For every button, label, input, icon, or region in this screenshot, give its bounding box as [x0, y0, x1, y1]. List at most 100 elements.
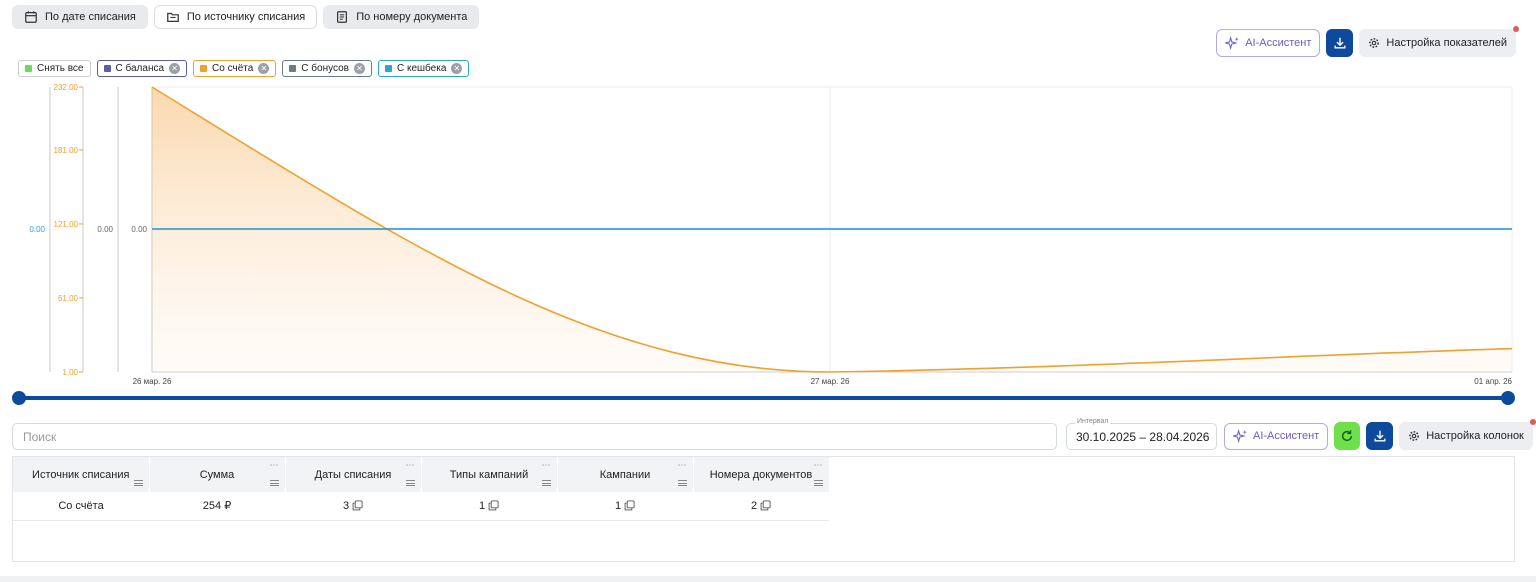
legend-item-account[interactable]: Со счёта ✕ [193, 60, 277, 77]
column-menu-icon[interactable] [677, 480, 687, 486]
column-menu-icon[interactable] [133, 480, 143, 486]
cell-source: Со счёта [13, 492, 149, 521]
sparkle-icon [1225, 35, 1240, 50]
column-header[interactable]: Сумма ⋯ [149, 457, 286, 492]
legend-label: Со счёта [212, 63, 254, 74]
legend-label: С бонусов [301, 63, 349, 74]
legend-swatch [103, 65, 111, 72]
chart-legend: Снять все С баланса ✕ Со счёта ✕ С бонус… [18, 60, 470, 77]
columns-settings-label: Настройка колонок [1426, 430, 1524, 442]
tab-by-date[interactable]: По дате списания [12, 5, 148, 29]
calendar-icon [25, 11, 37, 23]
refresh-icon [1342, 430, 1353, 442]
y-tick-label: 232.00 [54, 83, 79, 92]
download-icon [1374, 430, 1386, 442]
x-tick-label: 01 апр. 26 [1474, 377, 1512, 386]
column-menu-icon[interactable] [813, 480, 823, 486]
copy-icon[interactable] [488, 500, 499, 511]
metrics-settings-button[interactable]: Настройка показателей [1359, 26, 1519, 57]
legend-item-bonuses[interactable]: С бонусов ✕ [282, 60, 372, 77]
column-menu-icon[interactable] [541, 480, 551, 486]
legend-label: Снять все [37, 63, 84, 74]
legend-label: С кешбека [396, 63, 447, 74]
more-icon[interactable]: ⋯ [542, 460, 551, 471]
y-tick-label: 0.00 [131, 225, 147, 234]
y-tick-label: 1.00 [62, 368, 78, 377]
cell-dates[interactable]: 3 [285, 492, 421, 521]
refresh-button[interactable] [1334, 422, 1361, 450]
legend-label: С баланса [115, 63, 165, 74]
legend-swatch [200, 65, 208, 72]
remove-icon[interactable]: ✕ [258, 63, 270, 74]
legend-swatch [384, 65, 392, 72]
slider-handle-start[interactable] [12, 391, 26, 405]
legend-swatch [289, 65, 297, 72]
tab-label: По номеру документа [356, 11, 468, 23]
data-table: Источник списания Сумма ⋯ Даты списания ⋯ … [12, 456, 1515, 562]
gear-icon [1409, 431, 1420, 441]
column-header[interactable]: Типы кампаний ⋯ [421, 457, 558, 492]
column-header[interactable]: Источник списания [13, 457, 150, 492]
remove-icon[interactable]: ✕ [451, 63, 463, 74]
legend-clear-all[interactable]: Снять все [18, 60, 91, 77]
area-chart: 0.00 232.00 181.00 121.00 61.00 1.00 0.00 0.00 2… [29, 83, 1512, 386]
interval-value: 30.10.2025 – 28.04.2026 [1076, 429, 1210, 444]
more-icon[interactable]: ⋯ [406, 460, 415, 471]
gear-icon [1369, 38, 1380, 48]
range-slider[interactable] [12, 391, 1515, 405]
legend-swatch [25, 65, 32, 72]
column-menu-icon[interactable] [269, 480, 279, 486]
interval-label: Интервал [1075, 418, 1111, 425]
download-icon [1334, 37, 1346, 49]
folder-icon [166, 12, 179, 22]
y-tick-label: 181.00 [54, 146, 79, 155]
table-header-row: Источник списания Сумма ⋯ Даты списания ⋯ … [13, 457, 830, 492]
cell-documents[interactable]: 2 [693, 492, 829, 521]
cell-campaigns[interactable]: 1 [557, 492, 693, 521]
document-icon [337, 11, 348, 23]
copy-icon[interactable] [352, 500, 363, 511]
table-row[interactable]: Со счёта 254 ₽ 3 1 1 2 [13, 492, 829, 521]
search-input[interactable]: Поиск [12, 423, 1057, 450]
ai-assistant-label: AI-Ассистент [1245, 37, 1312, 49]
remove-icon[interactable]: ✕ [169, 63, 181, 74]
column-menu-icon[interactable] [405, 480, 415, 486]
cell-campaign-types[interactable]: 1 [421, 492, 557, 521]
interval-field[interactable]: Интервал 30.10.2025 – 28.04.2026 [1066, 418, 1217, 450]
tab-by-source[interactable]: По источнику списания [153, 5, 318, 29]
tab-label: По дате списания [45, 11, 136, 23]
legend-item-cashback[interactable]: С кешбека ✕ [377, 60, 470, 77]
y-tick-label: 0.00 [29, 225, 45, 234]
ai-assistant-button[interactable]: AI-Ассистент [1216, 29, 1321, 57]
x-tick-label: 27 мар. 26 [811, 377, 850, 386]
bottom-bar [0, 576, 1536, 582]
more-icon[interactable]: ⋯ [678, 460, 687, 471]
columns-settings-button[interactable]: Настройка колонок [1399, 419, 1536, 450]
slider-track [19, 396, 1508, 400]
y-tick-label: 61.00 [58, 294, 79, 303]
ai-assistant-button[interactable]: AI-Ассистент [1224, 422, 1329, 450]
slider-handle-end[interactable] [1501, 391, 1515, 405]
chart-toolbar: AI-Ассистент Настройка показателей [1216, 26, 1519, 57]
tab-by-document[interactable]: По номеру документа [323, 5, 480, 29]
download-button[interactable] [1366, 422, 1394, 450]
column-header[interactable]: Кампании ⋯ [557, 457, 694, 492]
tab-label: По источнику списания [186, 11, 306, 23]
table-toolbar: AI-Ассистент Настройка колонок [1224, 419, 1536, 450]
x-tick-label: 26 мар. 26 [133, 377, 172, 386]
y-tick-label: 121.00 [54, 220, 79, 229]
sparkle-icon [1233, 428, 1247, 443]
more-icon[interactable]: ⋯ [270, 460, 279, 471]
ai-assistant-label: AI-Ассистент [1253, 430, 1320, 442]
legend-item-balance[interactable]: С баланса ✕ [96, 60, 188, 77]
more-icon[interactable]: ⋯ [814, 460, 823, 471]
column-header[interactable]: Номера документов ⋯ [693, 457, 830, 492]
view-tabs: По дате списания По источнику списания П… [12, 5, 480, 29]
copy-icon[interactable] [760, 500, 771, 511]
download-button[interactable] [1326, 29, 1354, 57]
y-tick-label: 0.00 [97, 225, 113, 234]
notification-dot [1529, 419, 1536, 425]
remove-icon[interactable]: ✕ [353, 63, 365, 74]
column-header[interactable]: Даты списания ⋯ [285, 457, 422, 492]
copy-icon[interactable] [624, 500, 635, 511]
